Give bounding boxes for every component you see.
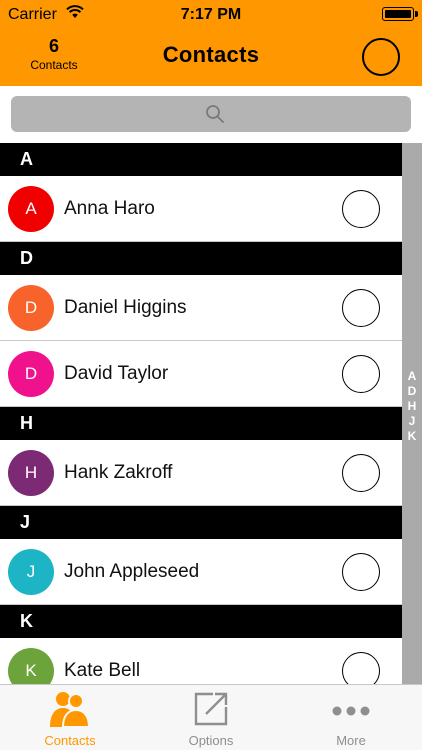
contact-row[interactable]: D Daniel Higgins — [0, 275, 402, 341]
section-header-h: H — [0, 407, 402, 440]
tab-bar: Contacts Options More — [0, 684, 422, 750]
index-letter-d[interactable]: D — [402, 384, 422, 399]
avatar: H — [8, 450, 54, 496]
index-letter-j[interactable]: J — [402, 414, 422, 429]
contact-name: Hank Zakroff — [64, 462, 173, 483]
contacts-icon — [50, 692, 91, 728]
status-time: 7:17 PM — [180, 6, 242, 23]
section-header-j: J — [0, 506, 402, 539]
options-icon — [194, 692, 228, 726]
contact-row[interactable]: J John Appleseed — [0, 539, 402, 605]
contact-name: Anna Haro — [64, 198, 155, 219]
contact-row[interactable]: H Hank Zakroff — [0, 440, 402, 506]
select-contact-checkbox[interactable] — [342, 553, 380, 591]
contact-name: John Appleseed — [64, 561, 200, 582]
index-letter-h[interactable]: H — [402, 399, 422, 414]
contact-name: Kate Bell — [64, 660, 141, 681]
section-header-k: K — [0, 605, 402, 638]
select-contact-checkbox[interactable] — [342, 454, 380, 492]
page-title: Contacts — [162, 42, 260, 67]
search-icon — [206, 105, 224, 123]
section-header-a: A — [0, 143, 402, 176]
contact-list[interactable]: A A Anna Haro D D Daniel Higgins D David… — [0, 143, 402, 684]
tab-options-label: Options — [188, 733, 234, 748]
more-icon — [332, 706, 370, 716]
avatar: J — [8, 549, 54, 595]
contact-row[interactable]: A Anna Haro — [0, 176, 402, 242]
avatar: D — [8, 351, 54, 397]
tab-options[interactable]: Options — [141, 685, 281, 750]
contact-row[interactable]: K Kate Bell — [0, 638, 402, 684]
select-all-toggle[interactable] — [362, 38, 400, 76]
section-index-bar[interactable]: A D H J K — [402, 143, 422, 684]
contact-name: Daniel Higgins — [64, 297, 187, 318]
select-contact-checkbox[interactable] — [342, 190, 380, 228]
select-contact-checkbox[interactable] — [342, 652, 380, 684]
select-contact-checkbox[interactable] — [342, 355, 380, 393]
index-letter-a[interactable]: A — [402, 369, 422, 384]
select-contact-checkbox[interactable] — [342, 289, 380, 327]
tab-contacts[interactable]: Contacts — [0, 685, 140, 750]
search-area — [0, 86, 422, 143]
avatar: A — [8, 186, 54, 232]
contact-name: David Taylor — [64, 363, 169, 384]
tab-more[interactable]: More — [281, 685, 421, 750]
tab-more-label: More — [336, 733, 366, 748]
search-input[interactable] — [11, 96, 411, 132]
avatar: K — [8, 648, 54, 684]
nav-header: Carrier 7:17 PM 6 Contacts Contacts — [0, 0, 422, 86]
index-letter-k[interactable]: K — [402, 429, 422, 444]
status-bar: Carrier 7:17 PM — [0, 0, 422, 30]
contact-row[interactable]: D David Taylor — [0, 341, 402, 407]
tab-contacts-label: Contacts — [44, 733, 96, 748]
battery-icon — [382, 7, 418, 21]
section-header-d: D — [0, 242, 402, 275]
avatar: D — [8, 285, 54, 331]
